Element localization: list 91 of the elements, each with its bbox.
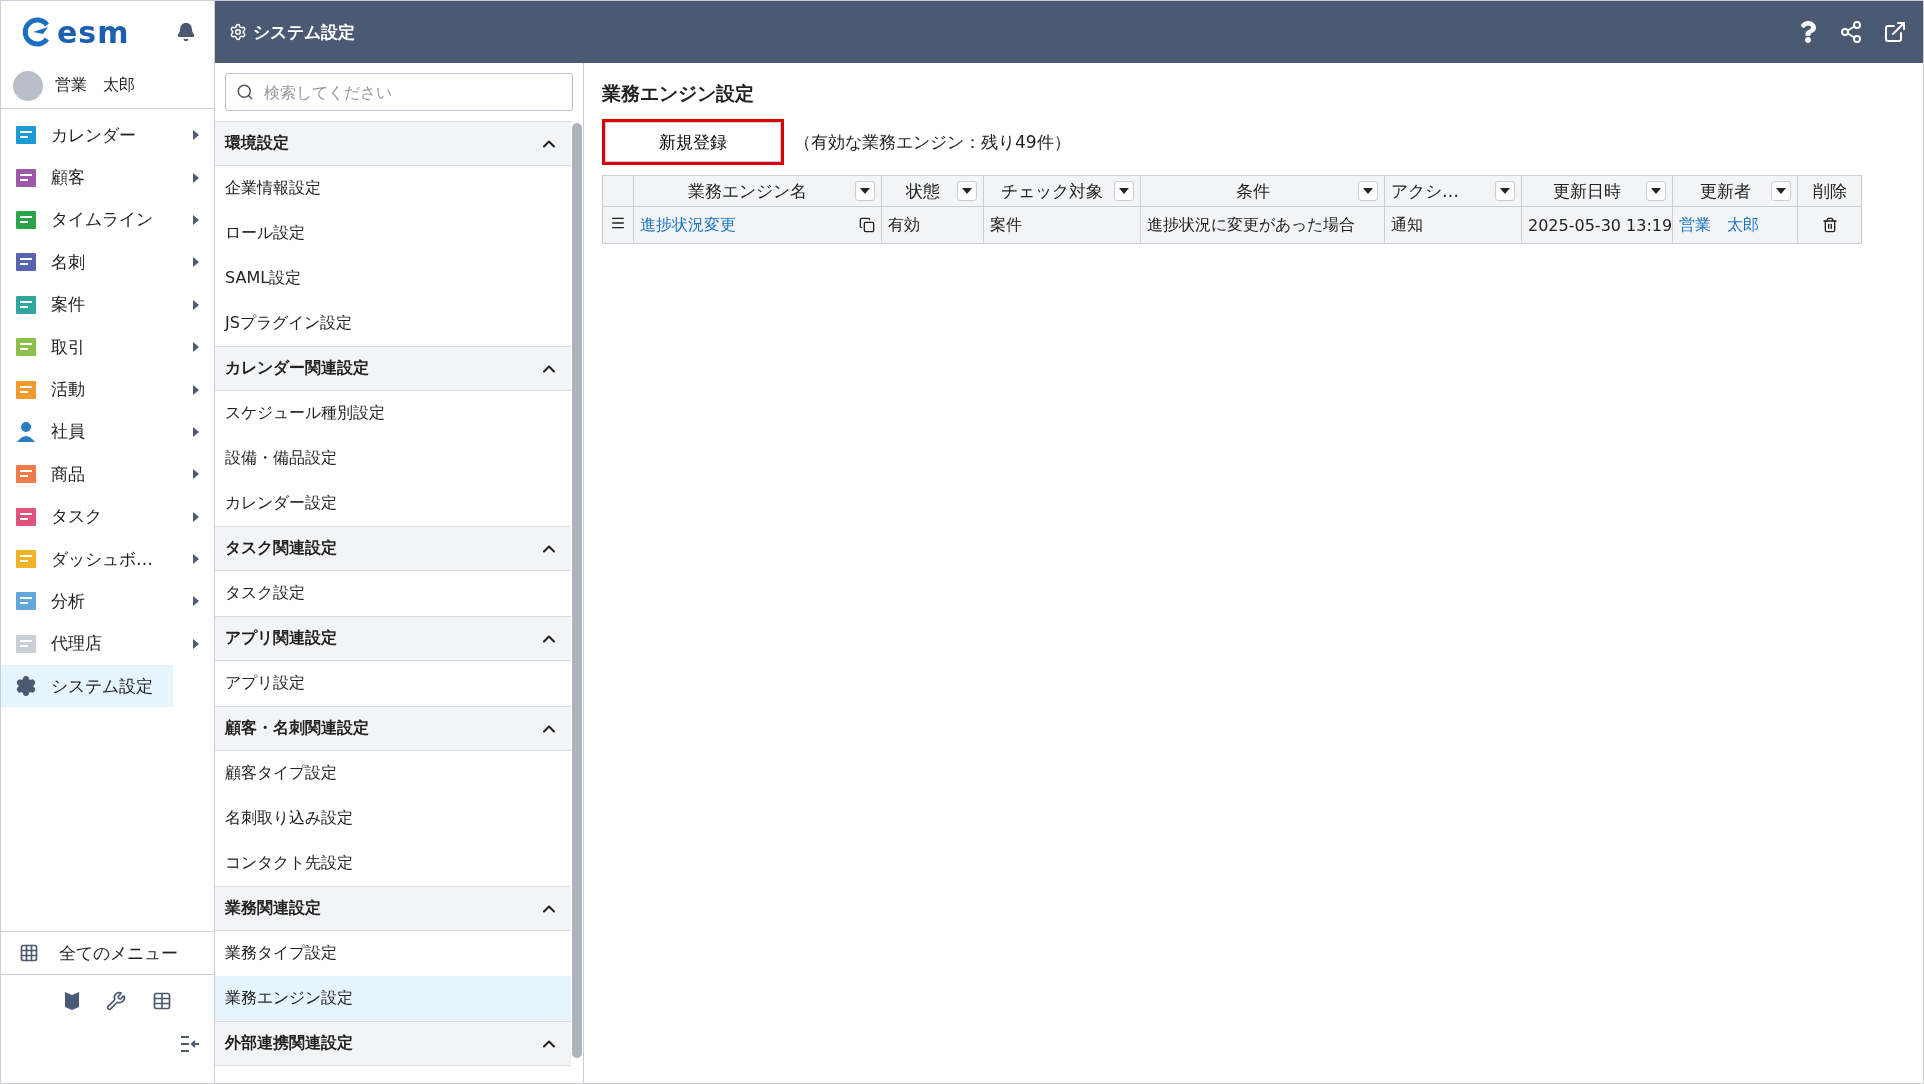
column-header: 条件 [1140, 175, 1385, 207]
filter-button[interactable] [1358, 181, 1378, 201]
column-header: チェック対象 [983, 175, 1141, 207]
caret-icon [192, 426, 200, 437]
search-icon [236, 83, 254, 101]
filter-button[interactable] [855, 181, 875, 201]
group-header[interactable]: 業務関連設定 [215, 886, 571, 931]
page-title: 業務エンジン設定 [602, 81, 755, 106]
caret-icon [860, 188, 870, 194]
menu-item[interactable]: タスク [1, 495, 214, 538]
filter-button[interactable] [1646, 181, 1666, 201]
caret-icon [1119, 188, 1129, 194]
wrench-icon[interactable] [105, 991, 126, 1011]
menu-item[interactable]: タイムライン [1, 198, 214, 242]
logo-icon [21, 17, 51, 47]
filter-button[interactable] [1114, 181, 1134, 201]
caret-icon [192, 554, 200, 565]
caret-icon [192, 596, 200, 607]
group-header[interactable]: アプリ関連設定 [215, 616, 571, 661]
quota-text: （有効な業務エンジン：残り49件） [794, 130, 1071, 154]
copy-icon[interactable] [859, 217, 875, 233]
status-text: 有効 [888, 214, 920, 234]
document-icon [15, 336, 37, 359]
settings-item[interactable]: 業務エンジン設定 [215, 976, 571, 1021]
collapse-icon[interactable] [180, 1035, 200, 1053]
caret-icon [192, 342, 200, 353]
menu-item[interactable]: 社員 [1, 410, 214, 454]
caret-icon [1651, 188, 1661, 194]
search-field[interactable]: 検索してください [225, 73, 573, 111]
group-header[interactable]: カレンダー関連設定 [215, 346, 571, 391]
menu-item[interactable]: 分析 [1, 580, 214, 623]
document-icon [15, 632, 37, 655]
menu-item[interactable]: 顧客 [1, 156, 214, 199]
action-text: 通知 [1391, 214, 1423, 234]
caret-icon [192, 257, 200, 268]
caret-icon [192, 638, 200, 649]
person-icon [15, 420, 37, 443]
caret-icon [1363, 188, 1373, 194]
group-header[interactable]: タスク関連設定 [215, 526, 571, 571]
filter-button[interactable] [957, 181, 977, 201]
logo-text: esm [57, 14, 131, 50]
filter-button[interactable] [1771, 181, 1791, 201]
card-icon [15, 251, 37, 274]
caret-icon [1500, 188, 1510, 194]
caret-icon [192, 130, 200, 141]
settings-icon [229, 23, 247, 41]
settings-icon [15, 675, 37, 698]
all-menu-item[interactable]: 全てのメニュー [1, 931, 214, 975]
drag-handle-icon[interactable] [610, 215, 626, 231]
grid-icon [19, 943, 39, 963]
bell-icon[interactable] [176, 22, 196, 42]
menu-item[interactable]: 名刺 [1, 241, 214, 284]
new-button[interactable]: 新規登録 [602, 119, 784, 165]
menu-item[interactable]: カレンダー [1, 114, 214, 157]
updated-at-text: 2025-05-30 13:19 [1528, 215, 1673, 235]
menu-item[interactable]: ダッシュボ… [1, 537, 214, 581]
caret-icon [192, 299, 200, 310]
group-header[interactable]: 顧客・名刺関連設定 [215, 706, 571, 751]
external-link-icon[interactable] [1883, 20, 1907, 44]
caret-icon [962, 188, 972, 194]
menu-item[interactable]: 商品 [1, 453, 214, 496]
group-header[interactable]: 外部連携関連設定 [215, 1021, 571, 1066]
avatar [13, 70, 43, 101]
header-title: システム設定 [253, 20, 356, 44]
column-header: 状態 [881, 175, 984, 207]
column-header: 削除 [1797, 175, 1862, 207]
caret-icon [1776, 188, 1786, 194]
target-text: 案件 [990, 214, 1022, 234]
delete-icon[interactable] [1821, 217, 1838, 233]
column-header: 更新者 [1672, 175, 1798, 207]
column-header: 業務エンジン名 [633, 175, 882, 207]
caret-icon [192, 172, 200, 183]
menu-item[interactable]: 案件 [1, 283, 214, 326]
menu-item[interactable]: 活動 [1, 368, 214, 411]
menu-item[interactable]: システム設定 [1, 665, 173, 708]
menu-item[interactable]: 取引 [1, 325, 214, 369]
table-icon[interactable] [151, 991, 172, 1011]
condition-text: 進捗状況に変更があった場合 [1147, 214, 1355, 234]
caret-icon [192, 214, 200, 225]
column-header: アクシ… [1384, 175, 1522, 207]
group-header[interactable]: 環境設定 [215, 121, 571, 166]
caret-icon [192, 384, 200, 395]
column-header: 更新日時 [1521, 175, 1673, 207]
filter-button[interactable] [1495, 181, 1515, 201]
share-icon[interactable] [1839, 20, 1863, 44]
caret-icon [192, 511, 200, 522]
menu-item[interactable]: 代理店 [1, 622, 214, 666]
scrollbar-thumb[interactable] [572, 123, 582, 1058]
book-icon[interactable] [63, 991, 80, 1011]
user-name: 営業 太郎 [55, 75, 135, 96]
caret-icon [192, 469, 200, 480]
